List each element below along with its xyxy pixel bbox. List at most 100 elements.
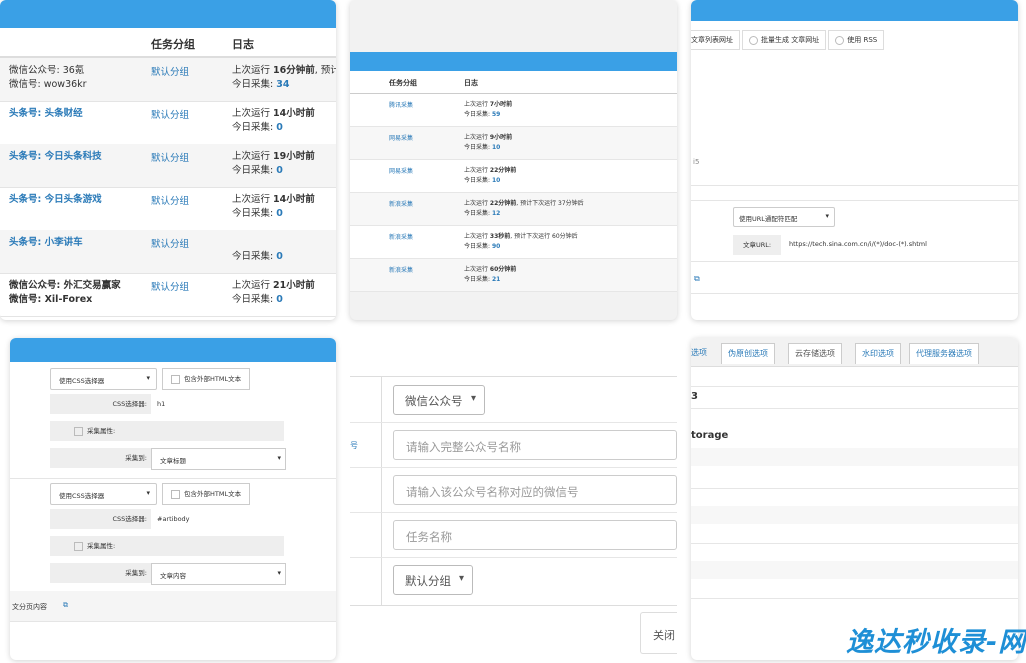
group-link[interactable]: 网易采集 [389, 166, 413, 175]
radio-rss[interactable]: 使用 RSS [828, 30, 885, 50]
row-label-fragment: 号 [350, 441, 358, 450]
checkbox-icon [171, 374, 180, 384]
task-group-link[interactable]: 默认分组 [151, 150, 189, 164]
css-selector-input[interactable]: #artibody [151, 509, 190, 529]
task-group-link[interactable]: 默认分组 [151, 64, 189, 78]
attr-checkbox[interactable]: 采集属性: [50, 536, 155, 556]
dropdown-caret-icon: ▾ [277, 454, 281, 462]
radio-batch-generate[interactable]: 批量生成 文章网址 [742, 30, 827, 50]
task-group-link[interactable]: 默认分组 [151, 279, 189, 293]
collection-table: 任务分组 日志 腾讯采集 上次运行 7小时前 今日采集: 59 网易采集 上次运行… [350, 71, 677, 292]
tab-pseudo-original[interactable]: 伪原创选项 [721, 343, 775, 364]
watermark-text: 逸达秒收录-网 [846, 627, 1026, 658]
option-row [691, 561, 1018, 579]
task-group-link[interactable]: 默认分组 [151, 107, 189, 121]
attr-input[interactable] [151, 536, 284, 556]
target-field-select[interactable]: 文章标题 ▾ [151, 448, 286, 470]
match-mode-select[interactable]: 使用URL通配符匹配 ▾ [733, 207, 835, 227]
table-header: 任务分组 日志 [0, 28, 336, 58]
task-group-link[interactable]: 默认分组 [151, 193, 189, 207]
collection-list-panel: 任务分组 日志 腾讯采集 上次运行 7小时前 今日采集: 59 网易采集 上次运行… [350, 0, 677, 320]
form-body: 微信公众号 ▾ 号 请输入完整公众号名称 请输入该公众号名称对应的微信号 任务名称… [350, 376, 677, 606]
group-link[interactable]: 新浪采集 [389, 199, 413, 208]
account-type-select[interactable]: 微信公众号 ▾ [393, 385, 485, 415]
rule-group-title: 使用CSS选择器 ▾ 包含外部HTML文本 CSS选择器: h1 采集属性: 采集… [10, 364, 336, 479]
divider [691, 543, 1018, 544]
task-name-link[interactable]: 头条号: 小李讲车 [9, 236, 83, 250]
wechat-id-input[interactable]: 请输入该公众号名称对应的微信号 [393, 475, 677, 505]
table-row: 头条号: 今日头条科技 默认分组 上次运行 19小时前 今日采集: 0 [0, 144, 336, 188]
task-subname: 微信号: wow36kr [9, 79, 87, 90]
task-name-input[interactable]: 任务名称 [393, 520, 677, 550]
external-link-icon[interactable]: ⧉ [63, 601, 68, 610]
tab-watermark[interactable]: 水印选项 [855, 343, 901, 364]
col-header-group: 任务分组 [151, 38, 195, 51]
url-list-area[interactable] [691, 55, 1018, 186]
form-row-task-name: 任务名称 [350, 512, 677, 558]
dropdown-caret-icon: ▾ [825, 212, 829, 220]
checkbox-icon [171, 489, 180, 499]
form-row-group: 默认分组 ▾ [350, 557, 677, 602]
panel-header-bar [10, 338, 336, 362]
tab-cloud-storage[interactable]: 云存储选项 [788, 343, 842, 364]
dropdown-caret-icon: ▾ [470, 393, 476, 404]
css-selector-input[interactable]: h1 [151, 394, 165, 414]
divider [691, 488, 1018, 489]
col-header-group: 任务分组 [389, 79, 417, 87]
task-name-link[interactable]: 头条号: 头条财经 [9, 107, 83, 121]
target-label: 采集到: [50, 448, 151, 468]
target-field-select[interactable]: 文章内容 ▾ [151, 563, 286, 585]
new-task-form: 微信公众号 ▾ 号 请输入完整公众号名称 请输入该公众号名称对应的微信号 任务名称… [350, 340, 677, 660]
group-link[interactable]: 新浪采集 [389, 265, 413, 274]
form-row-account-type: 微信公众号 ▾ [350, 377, 677, 423]
dropdown-caret-icon: ▾ [146, 489, 150, 497]
task-log: 上次运行 22分钟前 今日采集: 10 [464, 167, 517, 184]
include-html-checkbox[interactable]: 包含外部HTML文本 [162, 368, 251, 390]
tab-options[interactable]: 选项 [691, 343, 713, 363]
external-link-icon[interactable]: ⧉ [694, 274, 700, 284]
task-log: 上次运行 7小时前 今日采集: 59 [464, 101, 513, 118]
task-name-link[interactable]: 头条号: 今日头条科技 [9, 150, 102, 164]
url-pattern-input[interactable]: https://tech.sina.com.cn/i/(*)/doc-(*).s… [789, 240, 927, 248]
group-link[interactable]: 网易采集 [389, 133, 413, 142]
task-subname: 微信号: Xil-Forex [9, 294, 93, 305]
option-value-1: 3 [691, 391, 698, 402]
close-button[interactable]: 关闭 [653, 627, 675, 643]
url-label: 文章URL: [733, 235, 781, 255]
attr-input[interactable] [151, 421, 284, 441]
truncated-label: i5 [693, 158, 700, 166]
divider [691, 386, 1018, 387]
target-label: 采集到: [50, 563, 151, 583]
selector-type-select[interactable]: 使用CSS选择器 ▾ [50, 483, 157, 505]
task-log: 上次运行 22分钟前, 预计下次运行 37分钟后 今日采集: 12 [464, 200, 584, 217]
radio-circle-icon [835, 35, 845, 45]
table-row: 头条号: 今日头条游戏 默认分组 上次运行 14小时前 今日采集: 0 [0, 187, 336, 231]
table-row: 头条号: 小李讲车 默认分组 今日采集: 0 [0, 230, 336, 274]
group-link[interactable]: 腾讯采集 [389, 100, 413, 109]
source-type-radios: 文章列表网址 批量生成 文章网址 使用 RSS [691, 30, 886, 50]
attr-checkbox[interactable]: 采集属性: [50, 421, 155, 441]
table-row: 新浪采集 上次运行 22分钟前, 预计下次运行 37分钟后 今日采集: 12 [350, 193, 677, 226]
task-name-link[interactable]: 头条号: 今日头条游戏 [9, 193, 102, 207]
task-group-link[interactable]: 默认分组 [151, 236, 189, 250]
include-html-checkbox[interactable]: 包含外部HTML文本 [162, 483, 251, 505]
group-link[interactable]: 新浪采集 [389, 232, 413, 241]
radio-article-list[interactable]: 文章列表网址 [691, 30, 740, 50]
task-log: 上次运行 21小时前 今日采集: 0 [232, 280, 315, 305]
table-row: 网易采集 上次运行 22分钟前 今日采集: 10 [350, 160, 677, 193]
account-name-input[interactable]: 请输入完整公众号名称 [393, 430, 677, 460]
option-row [691, 448, 1018, 466]
table-row: 新浪采集 上次运行 33秒前, 预计下次运行 60分钟后 今日采集: 90 [350, 226, 677, 259]
selector-type-select[interactable]: 使用CSS选择器 ▾ [50, 368, 157, 390]
task-log: 上次运行 16分钟前, 预计 今日采集: 34 [232, 65, 336, 90]
options-tabs-panel: 选项 伪原创选项 云存储选项 水印选项 代理服务器选项 3 torage [691, 338, 1018, 660]
divider [691, 598, 1018, 599]
task-log: 上次运行 14小时前 今日采集: 0 [232, 108, 315, 133]
panel-header-bar [691, 0, 1018, 21]
tab-proxy[interactable]: 代理服务器选项 [909, 343, 979, 364]
task-log: 上次运行 60分钟前 今日采集: 21 [464, 266, 517, 283]
task-group-select[interactable]: 默认分组 ▾ [393, 565, 473, 595]
url-match-row: 使用URL通配符匹配 ▾ 文章URL: https://tech.sina.com… [691, 200, 1018, 262]
pagination-label: 文分页内容 [12, 603, 47, 611]
extraction-rules-panel: 使用CSS选择器 ▾ 包含外部HTML文本 CSS选择器: h1 采集属性: 采集… [10, 338, 336, 660]
